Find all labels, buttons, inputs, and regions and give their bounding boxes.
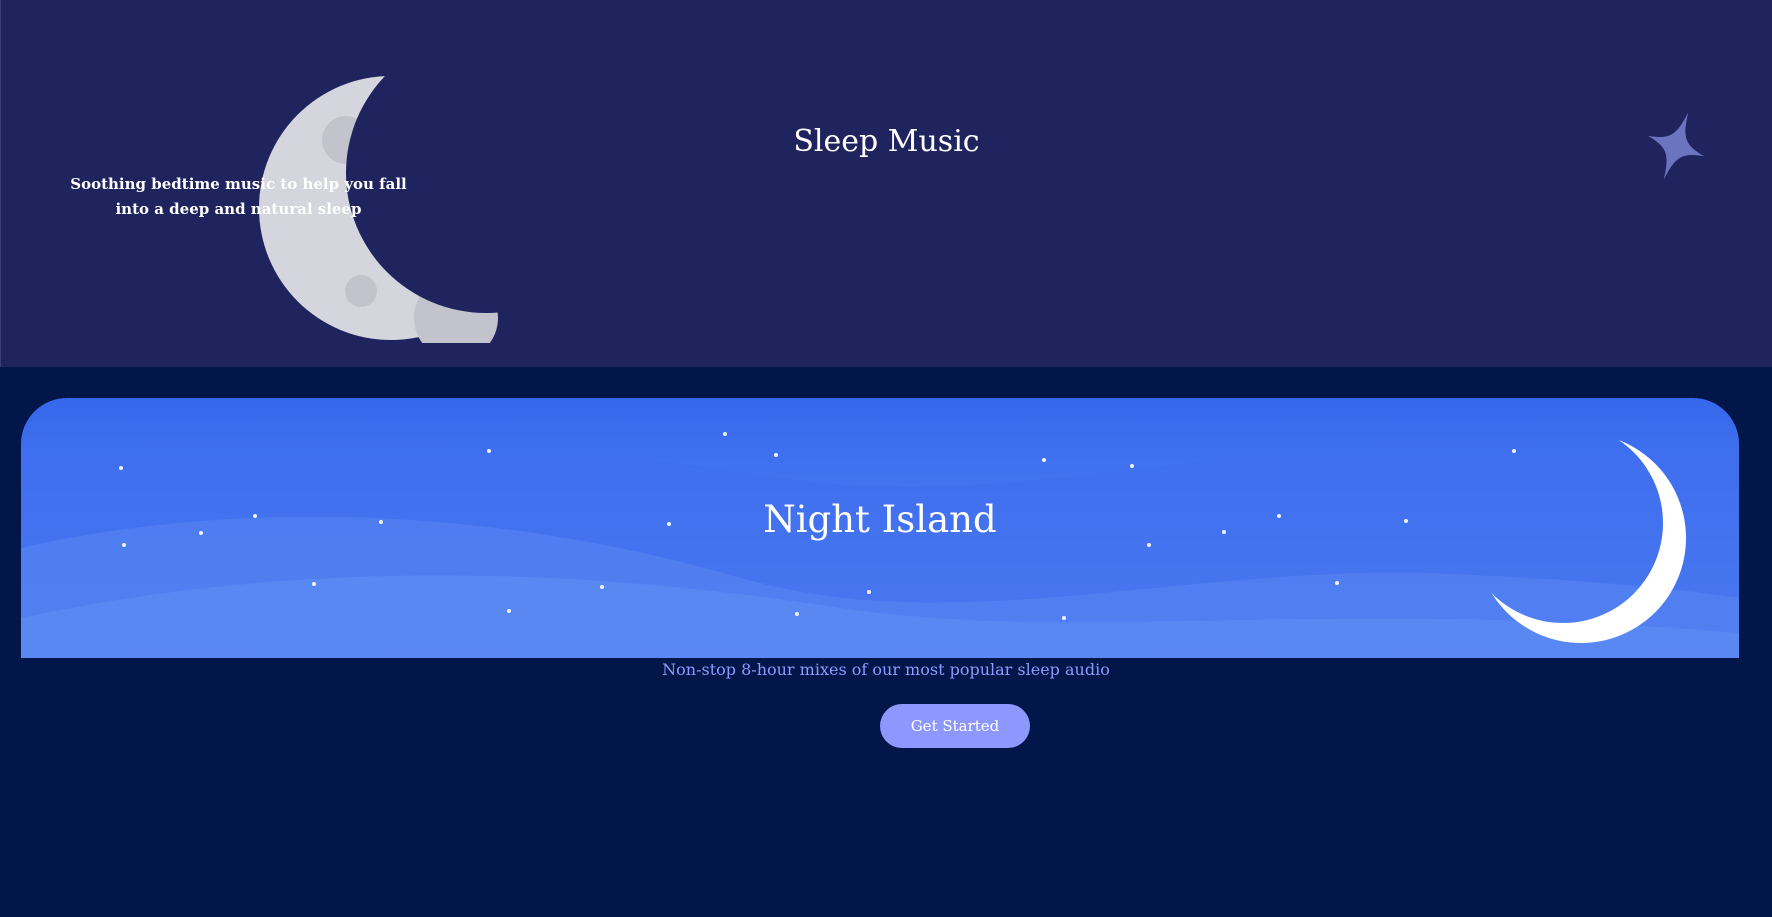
banner-tagline: Non-stop 8-hour mixes of our most popula… <box>662 660 1110 679</box>
page: Sleep Music Soothing bedtime music to he… <box>0 0 1772 917</box>
banner-title: Night Island <box>763 498 997 541</box>
night-island-banner[interactable]: Night Island <box>21 398 1739 658</box>
hero-section: Sleep Music Soothing bedtime music to he… <box>0 0 1772 367</box>
page-title: Sleep Music <box>793 124 980 159</box>
get-started-button[interactable]: Get Started <box>880 704 1030 748</box>
hero-subtitle: Soothing bedtime music to help you fall … <box>70 175 407 218</box>
